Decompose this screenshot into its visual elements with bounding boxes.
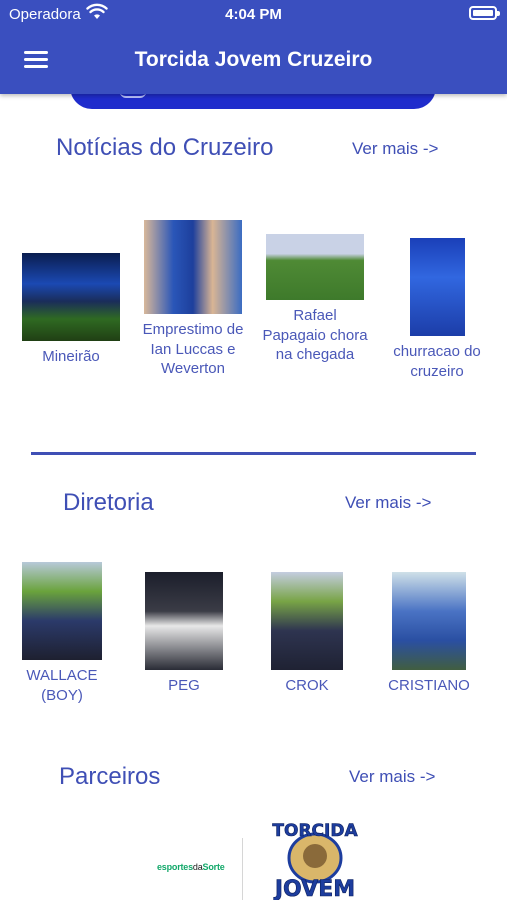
news-card[interactable]: Emprestimo de Ian Luccas e Weverton bbox=[136, 220, 250, 379]
logo-bottom-text: JOVEM bbox=[273, 877, 355, 900]
member-card[interactable]: CRISTIANO bbox=[382, 572, 476, 696]
board-section-title: Diretoria bbox=[63, 489, 154, 516]
member-card[interactable]: PEG bbox=[140, 572, 228, 696]
partners-see-more-link[interactable]: Ver mais -> bbox=[349, 767, 435, 787]
member-name: WALLACE (BOY) bbox=[26, 667, 98, 704]
member-photo bbox=[392, 572, 466, 670]
news-card[interactable]: Mineirão bbox=[16, 253, 126, 367]
logo-top-text: TORCIDA bbox=[272, 821, 358, 841]
member-name: PEG bbox=[168, 677, 200, 694]
sponsor-brand-a: esportes bbox=[157, 862, 193, 872]
news-image bbox=[144, 220, 242, 314]
status-bar: Operadora 4:04 PM bbox=[0, 0, 507, 28]
news-caption: churracao do cruzeiro bbox=[393, 343, 481, 380]
sponsor-brand-b: da bbox=[192, 862, 203, 872]
battery-icon bbox=[469, 6, 500, 20]
section-divider bbox=[31, 452, 476, 455]
member-card[interactable]: WALLACE (BOY) bbox=[16, 562, 108, 705]
member-photo bbox=[22, 562, 102, 660]
member-name: CRISTIANO bbox=[388, 677, 470, 694]
news-image bbox=[266, 234, 364, 300]
news-image bbox=[409, 238, 465, 336]
news-see-more-link[interactable]: Ver mais -> bbox=[352, 139, 438, 159]
clock: 4:04 PM bbox=[225, 6, 282, 23]
member-card[interactable]: CROK bbox=[264, 572, 350, 696]
news-caption: Mineirão bbox=[42, 348, 100, 365]
news-image bbox=[22, 253, 120, 341]
partner-divider bbox=[242, 838, 243, 900]
member-photo bbox=[145, 572, 223, 670]
sponsor-brand-c: Sorte bbox=[202, 862, 225, 872]
member-photo bbox=[271, 572, 343, 670]
partners-section-title: Parceiros bbox=[59, 763, 161, 790]
torcida-jovem-logo[interactable]: TORCIDA JOVEM bbox=[270, 814, 360, 900]
news-section-title: Notícias do Cruzeiro bbox=[56, 134, 274, 161]
app-header: Operadora 4:04 PM Torcida Jovem Cruzeiro bbox=[0, 0, 507, 94]
app-title: Torcida Jovem Cruzeiro bbox=[134, 48, 373, 71]
news-caption: Rafael Papagaio chora na chegada bbox=[262, 307, 368, 363]
board-see-more-link[interactable]: Ver mais -> bbox=[345, 493, 431, 513]
news-caption: Emprestimo de Ian Luccas e Weverton bbox=[142, 321, 244, 377]
news-card[interactable]: Rafael Papagaio chora na chegada bbox=[262, 234, 368, 365]
member-name: CROK bbox=[285, 677, 329, 694]
news-card[interactable]: churracao do cruzeiro bbox=[390, 238, 484, 381]
sponsor-logo-esportes-da-sorte[interactable]: esportesdaSorte bbox=[157, 862, 225, 872]
